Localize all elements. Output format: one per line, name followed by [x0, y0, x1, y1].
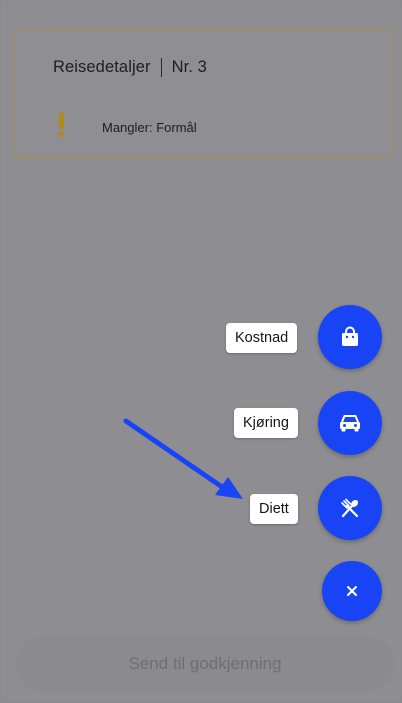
add-per-diem-button[interactable] [318, 476, 382, 540]
fab-label-diett[interactable]: Diett [250, 494, 298, 524]
add-driving-button[interactable] [318, 391, 382, 455]
card-number: Nr. 3 [171, 58, 207, 76]
exclamation-icon [56, 113, 66, 137]
fork-spoon-icon [341, 498, 359, 518]
car-icon [340, 415, 360, 432]
fab-label-kjoring[interactable]: Kjøring [234, 408, 298, 438]
add-expense-button[interactable] [318, 305, 382, 369]
title-divider [160, 58, 162, 77]
close-menu-button[interactable] [322, 561, 382, 621]
shopping-bag-icon [342, 326, 358, 346]
card-header: Reisedetaljer Nr. 3 [53, 58, 207, 77]
app-screen: Reisedetaljer Nr. 3 Mangler: Formål Kost… [0, 0, 402, 703]
close-icon [347, 586, 357, 596]
card-title: Reisedetaljer [53, 58, 151, 76]
missing-purpose-warning: Mangler: Formål [102, 120, 197, 135]
travel-details-card[interactable]: Reisedetaljer Nr. 3 Mangler: Formål [15, 29, 393, 157]
fab-label-kostnad[interactable]: Kostnad [226, 323, 298, 353]
send-for-approval-button[interactable]: Send til godkjenning [15, 637, 395, 691]
